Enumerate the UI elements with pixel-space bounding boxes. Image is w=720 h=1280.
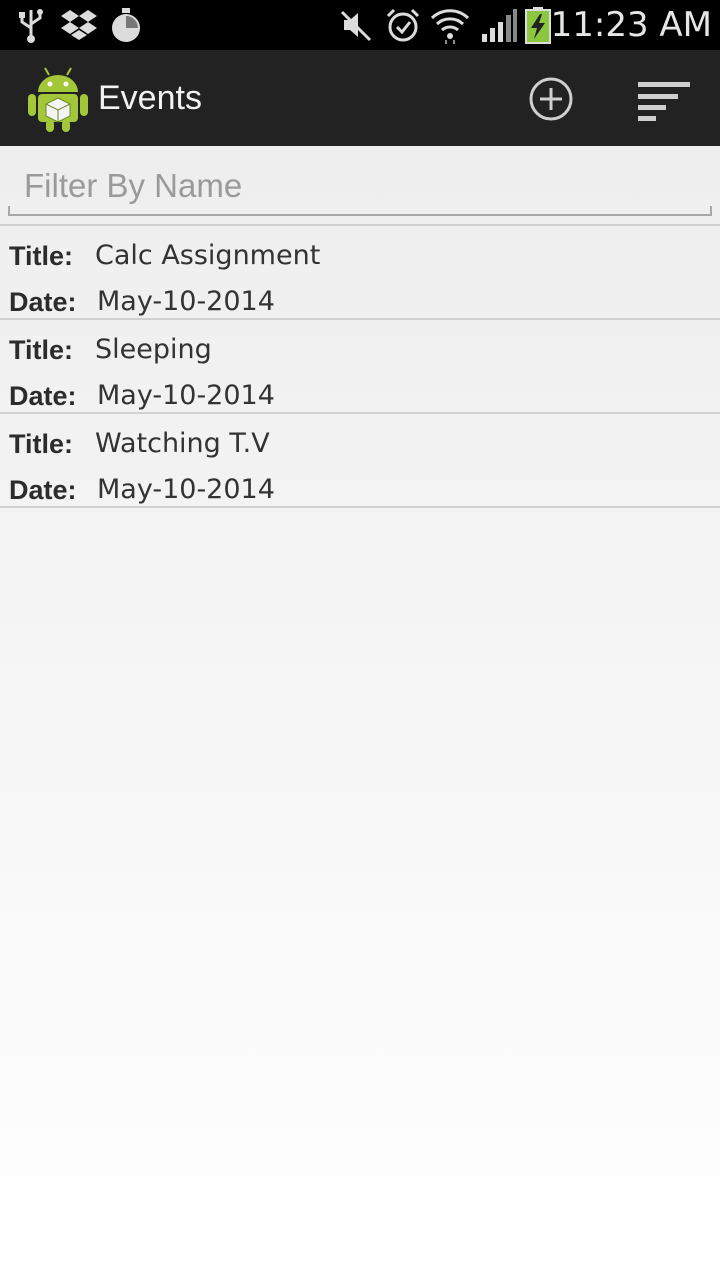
filter-field <box>8 158 712 216</box>
date-label: Date: <box>9 381 77 411</box>
battery-charging-icon <box>525 7 551 44</box>
add-event-button[interactable] <box>520 70 582 128</box>
date-label: Date: <box>9 475 77 505</box>
event-title: Watching T.V <box>95 428 270 459</box>
event-date-row: Date: May-10-2014 <box>9 284 275 320</box>
event-date: May-10-2014 <box>97 380 275 411</box>
event-title-row: Title: Calc Assignment <box>9 238 320 274</box>
list-item[interactable]: Title: Sleeping Date: May-10-2014 <box>0 320 720 412</box>
date-label: Date: <box>9 287 77 317</box>
event-date: May-10-2014 <box>97 286 275 317</box>
event-title: Sleeping <box>95 334 212 365</box>
event-date: May-10-2014 <box>97 474 275 505</box>
dropbox-icon <box>61 10 97 40</box>
event-title-row: Title: Sleeping <box>9 332 212 368</box>
usb-icon <box>19 9 43 43</box>
alarm-icon <box>386 8 420 42</box>
wifi-icon <box>430 9 470 44</box>
mute-icon <box>340 10 372 42</box>
event-list: Title: Calc Assignment Date: May-10-2014… <box>0 224 720 508</box>
list-item[interactable]: Title: Watching T.V Date: May-10-2014 <box>0 414 720 506</box>
title-label: Title: <box>9 335 74 365</box>
action-bar: Events <box>0 50 720 146</box>
event-title-row: Title: Watching T.V <box>9 426 270 462</box>
signal-icon <box>482 9 517 42</box>
status-clock: 11:23 AM <box>550 5 712 45</box>
event-title: Calc Assignment <box>95 240 321 271</box>
status-bar: 11:23 AM <box>0 0 720 50</box>
timer-icon <box>112 8 140 42</box>
list-item[interactable]: Title: Calc Assignment Date: May-10-2014 <box>0 226 720 318</box>
android-robot-icon <box>28 67 88 132</box>
title-label: Title: <box>9 429 74 459</box>
event-date-row: Date: May-10-2014 <box>9 472 275 508</box>
title-label: Title: <box>9 241 74 271</box>
filter-underline <box>8 206 712 216</box>
sort-button[interactable] <box>626 70 702 128</box>
event-date-row: Date: May-10-2014 <box>9 378 275 414</box>
page-title: Events <box>98 79 202 117</box>
